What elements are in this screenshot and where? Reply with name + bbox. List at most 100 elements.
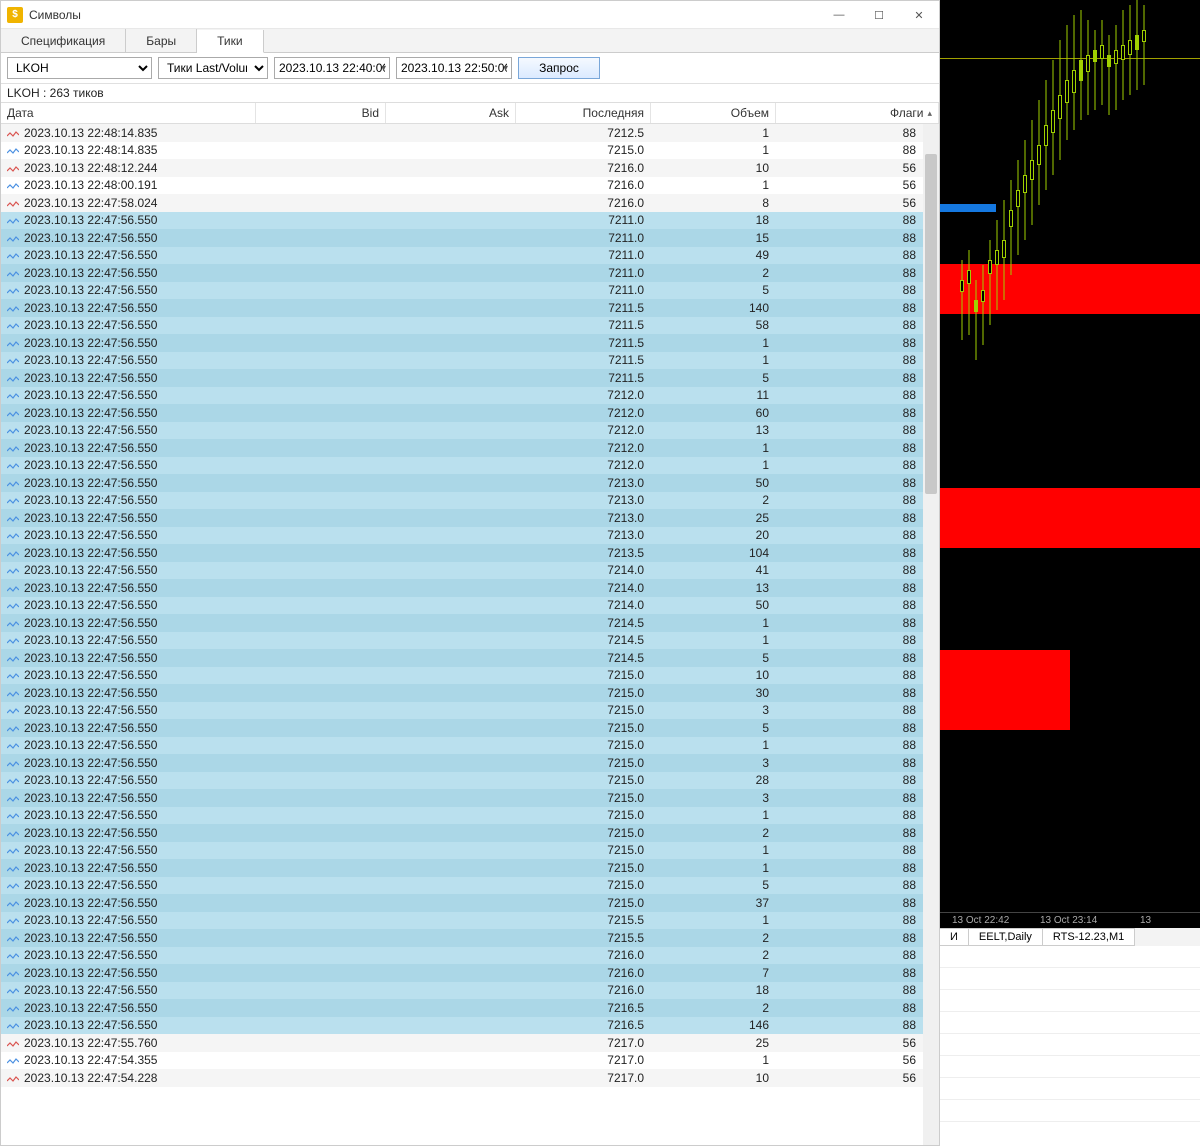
table-row[interactable]: 2023.10.13 22:47:56.5507213.02088: [1, 527, 939, 545]
table-row[interactable]: 2023.10.13 22:47:56.5507215.5288: [1, 929, 939, 947]
table-row[interactable]: 2023.10.13 22:47:56.5507214.5188: [1, 614, 939, 632]
table-row[interactable]: 2023.10.13 22:47:56.5507212.06088: [1, 404, 939, 422]
column-bid[interactable]: Bid: [256, 103, 386, 123]
cell-last: 7211.0: [516, 231, 651, 245]
table-row[interactable]: 2023.10.13 22:47:56.5507211.5588: [1, 369, 939, 387]
table-row[interactable]: 2023.10.13 22:47:56.5507213.510488: [1, 544, 939, 562]
cell-flags: 88: [776, 878, 939, 892]
tick-direction-icon: [7, 810, 19, 820]
cell-date: 2023.10.13 22:47:56.550: [24, 546, 157, 560]
table-row[interactable]: 2023.10.13 22:47:56.5507213.0288: [1, 492, 939, 510]
column-volume[interactable]: Объем: [651, 103, 776, 123]
table-row[interactable]: 2023.10.13 22:47:56.5507215.0188: [1, 859, 939, 877]
cell-volume: 3: [651, 756, 776, 770]
cell-flags: 56: [776, 1053, 939, 1067]
table-row[interactable]: 2023.10.13 22:47:56.5507215.5188: [1, 912, 939, 930]
chart-tab[interactable]: RTS-12.23,M1: [1042, 928, 1135, 946]
column-last[interactable]: Последняя: [516, 103, 651, 123]
time-label: 13: [1140, 915, 1151, 926]
table-row[interactable]: 2023.10.13 22:47:54.3557217.0156: [1, 1052, 939, 1070]
tick-direction-icon: [7, 180, 19, 190]
table-row[interactable]: 2023.10.13 22:47:56.5507214.5188: [1, 632, 939, 650]
chart-tab[interactable]: И: [940, 928, 969, 946]
table-row[interactable]: 2023.10.13 22:47:56.5507211.514088: [1, 299, 939, 317]
minimize-button[interactable]: ―: [819, 1, 859, 29]
table-row[interactable]: 2023.10.13 22:47:56.5507211.0588: [1, 282, 939, 300]
table-row[interactable]: 2023.10.13 22:47:56.5507215.0388: [1, 754, 939, 772]
scrollbar[interactable]: [923, 124, 939, 1145]
table-row[interactable]: 2023.10.13 22:47:56.5507211.0288: [1, 264, 939, 282]
table-row[interactable]: 2023.10.13 22:47:56.5507216.0788: [1, 964, 939, 982]
table-row[interactable]: 2023.10.13 22:47:56.5507215.0388: [1, 789, 939, 807]
table-row[interactable]: 2023.10.13 22:47:56.5507211.55888: [1, 317, 939, 335]
table-row[interactable]: 2023.10.13 22:47:56.5507216.514688: [1, 1017, 939, 1035]
table-row[interactable]: 2023.10.13 22:47:56.5507214.01388: [1, 579, 939, 597]
table-row[interactable]: 2023.10.13 22:48:14.8357215.0188: [1, 142, 939, 160]
cell-date: 2023.10.13 22:47:56.550: [24, 458, 157, 472]
table-row[interactable]: 2023.10.13 22:47:56.5507212.01388: [1, 422, 939, 440]
table-row[interactable]: 2023.10.13 22:47:54.2287217.01056: [1, 1069, 939, 1087]
table-row[interactable]: 2023.10.13 22:47:56.5507211.5188: [1, 352, 939, 370]
tick-mode-select[interactable]: Тики Last/Volume: [158, 57, 268, 79]
cell-volume: 2: [651, 826, 776, 840]
table-row[interactable]: 2023.10.13 22:47:56.5507215.01088: [1, 667, 939, 685]
table-row[interactable]: 2023.10.13 22:47:56.5507215.03788: [1, 894, 939, 912]
cell-volume: 2: [651, 493, 776, 507]
tick-direction-icon: [7, 583, 19, 593]
table-row[interactable]: 2023.10.13 22:47:56.5507215.02888: [1, 772, 939, 790]
table-row[interactable]: 2023.10.13 22:47:56.5507216.01888: [1, 982, 939, 1000]
table-row[interactable]: 2023.10.13 22:47:56.5507216.5288: [1, 999, 939, 1017]
table-row[interactable]: 2023.10.13 22:47:58.0247216.0856: [1, 194, 939, 212]
close-button[interactable]: ✕: [899, 1, 939, 29]
tick-direction-icon: [7, 390, 19, 400]
table-row[interactable]: 2023.10.13 22:47:56.5507212.0188: [1, 457, 939, 475]
column-date[interactable]: Дата: [1, 103, 256, 123]
request-button[interactable]: Запрос: [518, 57, 600, 79]
tab-Бары[interactable]: Бары: [126, 29, 197, 52]
chart-tab[interactable]: EELT,Daily: [968, 928, 1043, 946]
table-row[interactable]: 2023.10.13 22:47:56.5507212.0188: [1, 439, 939, 457]
date-to-input[interactable]: [396, 57, 512, 79]
table-row[interactable]: 2023.10.13 22:47:56.5507216.0288: [1, 947, 939, 965]
cell-flags: 88: [776, 633, 939, 647]
table-row[interactable]: 2023.10.13 22:47:56.5507211.01888: [1, 212, 939, 230]
table-row[interactable]: 2023.10.13 22:47:56.5507214.04188: [1, 562, 939, 580]
table-row[interactable]: 2023.10.13 22:47:56.5507211.5188: [1, 334, 939, 352]
symbol-select[interactable]: LKOH: [7, 57, 152, 79]
scroll-thumb[interactable]: [925, 154, 937, 494]
table-row[interactable]: 2023.10.13 22:48:12.2447216.01056: [1, 159, 939, 177]
table-row[interactable]: 2023.10.13 22:47:56.5507215.0188: [1, 842, 939, 860]
table-row[interactable]: 2023.10.13 22:47:56.5507215.0588: [1, 877, 939, 895]
table-row[interactable]: 2023.10.13 22:47:56.5507214.05088: [1, 597, 939, 615]
tick-direction-icon: [7, 495, 19, 505]
tab-Спецификация[interactable]: Спецификация: [1, 29, 126, 52]
chart-panel[interactable]: 13 Oct 22:4213 Oct 23:1413 ИEELT,DailyRT…: [940, 0, 1200, 1146]
cell-date: 2023.10.13 22:47:56.550: [24, 738, 157, 752]
table-body[interactable]: 2023.10.13 22:48:14.8357212.51882023.10.…: [1, 124, 939, 1145]
table-row[interactable]: 2023.10.13 22:48:14.8357212.5188: [1, 124, 939, 142]
table-row[interactable]: 2023.10.13 22:47:56.5507213.05088: [1, 474, 939, 492]
table-row[interactable]: 2023.10.13 22:47:56.5507211.01588: [1, 229, 939, 247]
column-flags[interactable]: Флаги▴: [776, 103, 939, 123]
table-row[interactable]: 2023.10.13 22:47:56.5507215.0188: [1, 737, 939, 755]
cell-flags: 88: [776, 1001, 939, 1015]
table-row[interactable]: 2023.10.13 22:47:56.5507211.04988: [1, 247, 939, 265]
table-row[interactable]: 2023.10.13 22:47:56.5507215.0288: [1, 824, 939, 842]
cell-volume: 10: [651, 1071, 776, 1085]
table-row[interactable]: 2023.10.13 22:47:56.5507213.02588: [1, 509, 939, 527]
cell-last: 7214.5: [516, 633, 651, 647]
table-row[interactable]: 2023.10.13 22:47:55.7607217.02556: [1, 1034, 939, 1052]
table-row[interactable]: 2023.10.13 22:47:56.5507215.0588: [1, 719, 939, 737]
table-row[interactable]: 2023.10.13 22:47:56.5507214.5588: [1, 649, 939, 667]
tab-Тики[interactable]: Тики: [197, 30, 263, 53]
table-row[interactable]: 2023.10.13 22:47:56.5507215.03088: [1, 684, 939, 702]
table-row[interactable]: 2023.10.13 22:47:56.5507215.0388: [1, 702, 939, 720]
table-row[interactable]: 2023.10.13 22:48:00.1917216.0156: [1, 177, 939, 195]
table-row[interactable]: 2023.10.13 22:47:56.5507212.01188: [1, 387, 939, 405]
cell-last: 7213.0: [516, 476, 651, 490]
time-axis: 13 Oct 22:4213 Oct 23:1413: [940, 912, 1200, 928]
date-from-input[interactable]: [274, 57, 390, 79]
maximize-button[interactable]: ☐: [859, 1, 899, 29]
column-ask[interactable]: Ask: [386, 103, 516, 123]
table-row[interactable]: 2023.10.13 22:47:56.5507215.0188: [1, 807, 939, 825]
